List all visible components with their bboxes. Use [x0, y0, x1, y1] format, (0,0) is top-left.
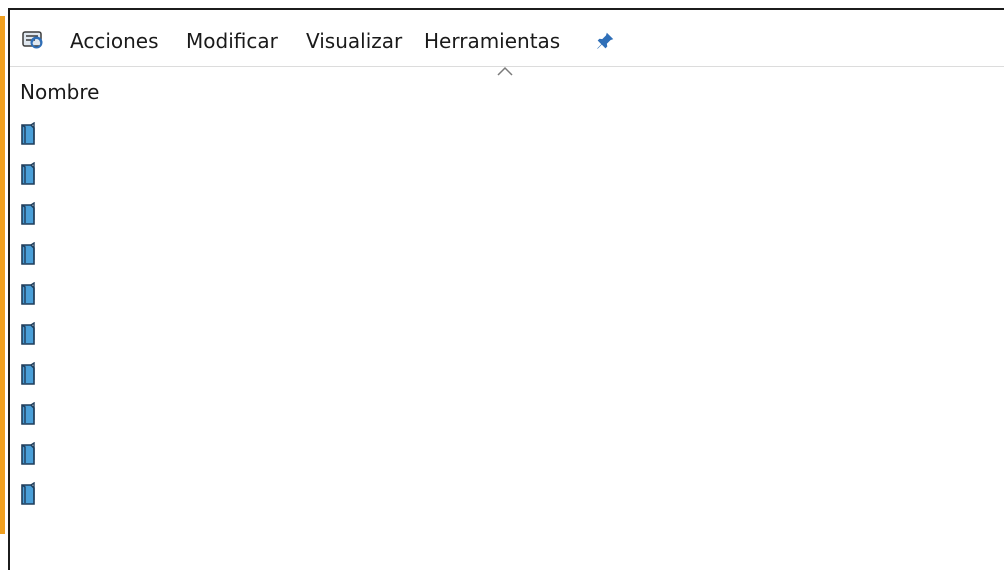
book-icon [21, 122, 35, 145]
book-icon [21, 162, 35, 185]
book-icon [21, 482, 35, 505]
list-item[interactable] [18, 160, 978, 200]
book-icon [21, 242, 35, 265]
list-item[interactable] [18, 320, 978, 360]
book-icon [21, 282, 35, 305]
book-icon [21, 362, 35, 385]
accent-bar [0, 16, 5, 534]
column-header-nombre[interactable]: Nombre [20, 80, 99, 104]
list-item[interactable] [18, 200, 978, 240]
list-item[interactable] [18, 120, 978, 160]
list-item[interactable] [18, 480, 978, 520]
list-item[interactable] [18, 360, 978, 400]
list-item[interactable] [18, 440, 978, 480]
pin-icon[interactable] [594, 30, 616, 52]
list-item[interactable] [18, 240, 978, 280]
menu-visualizar[interactable]: Visualizar [306, 29, 402, 53]
list-item[interactable] [18, 280, 978, 320]
menu-acciones[interactable]: Acciones [70, 29, 159, 53]
menu-modificar[interactable]: Modificar [186, 29, 278, 53]
menu-herramientas[interactable]: Herramientas [424, 29, 560, 53]
console-window: Acciones Modificar Visualizar Herramient… [8, 8, 1004, 570]
book-icon [21, 442, 35, 465]
book-icon [21, 402, 35, 425]
list-item[interactable] [18, 400, 978, 440]
book-icon [21, 322, 35, 345]
book-icon [21, 202, 35, 225]
mmc-console-icon[interactable] [20, 27, 44, 51]
sort-ascending-icon[interactable] [496, 66, 514, 76]
screenshot-frame: Acciones Modificar Visualizar Herramient… [0, 0, 1004, 570]
menu-bar: Acciones Modificar Visualizar Herramient… [10, 10, 1004, 67]
